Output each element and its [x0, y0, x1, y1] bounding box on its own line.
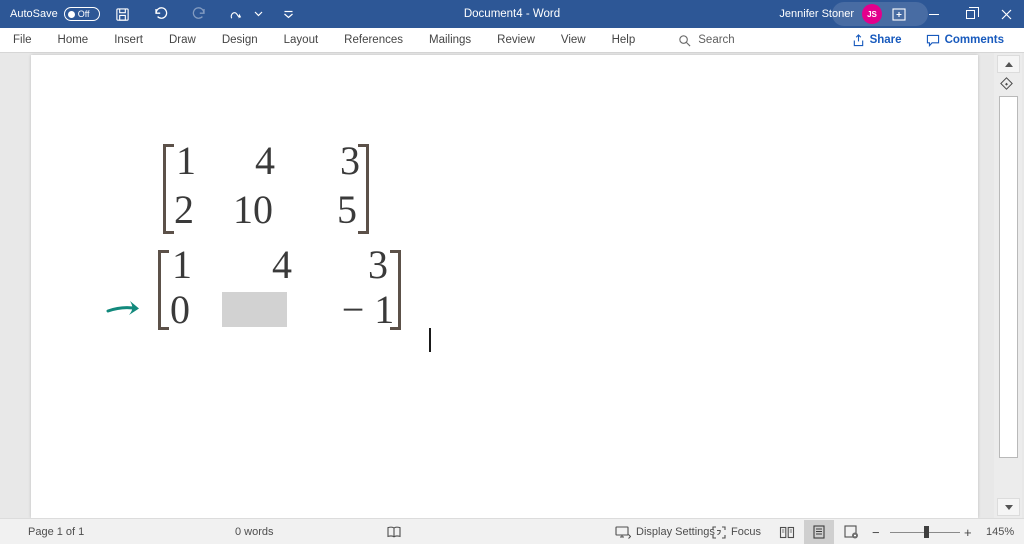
search-placeholder: Search	[698, 34, 735, 46]
autosave-toggle[interactable]: Off	[63, 7, 100, 21]
autosave-toggle-knob	[67, 10, 75, 18]
web-layout-button[interactable]	[836, 520, 866, 544]
matrix2-cell: 0	[170, 287, 190, 332]
search-input[interactable]: Search	[678, 34, 735, 47]
tab-review[interactable]: Review	[484, 28, 548, 53]
title-bar-right: Jennifer Stoner JS	[779, 0, 1024, 28]
read-mode-icon	[779, 526, 795, 539]
search-icon	[678, 34, 691, 47]
tab-layout[interactable]: Layout	[271, 28, 332, 53]
vertical-scrollbar[interactable]	[994, 53, 1022, 518]
share-label: Share	[869, 34, 902, 46]
print-layout-icon	[813, 525, 825, 539]
tab-help[interactable]: Help	[599, 28, 649, 53]
ink-mode-dropdown[interactable]	[252, 2, 266, 26]
matrix1-cell: 1	[176, 138, 196, 183]
share-icon	[852, 33, 865, 47]
autosave-label: AutoSave	[10, 8, 58, 20]
account-name[interactable]: Jennifer Stoner	[779, 8, 854, 20]
blank-answer-box[interactable]	[222, 292, 287, 327]
scroll-down-icon	[1004, 504, 1013, 510]
comments-label: Comments	[944, 34, 1004, 46]
matrix2-cell: 1	[172, 242, 192, 287]
page-number-status[interactable]: Page 1 of 1	[28, 519, 84, 544]
print-layout-button[interactable]	[804, 520, 834, 544]
web-layout-icon	[843, 525, 859, 539]
tab-home[interactable]: Home	[45, 28, 102, 53]
word-count-status[interactable]: 0 words	[235, 519, 274, 544]
zoom-level[interactable]: 145%	[986, 519, 1014, 544]
quick-access-toolbar: AutoSave Off	[10, 2, 304, 26]
ribbon-tab-bar: File Home Insert Draw Design Layout Refe…	[0, 28, 1024, 53]
customize-qat-icon	[283, 10, 294, 19]
restore-icon	[965, 6, 979, 19]
tab-insert[interactable]: Insert	[101, 28, 156, 53]
share-button[interactable]: Share	[840, 28, 914, 53]
split-handle-icon	[1000, 77, 1013, 90]
undo-icon	[153, 6, 169, 22]
ribbon-display-options-icon	[892, 7, 906, 21]
ink-arrow[interactable]	[106, 294, 146, 322]
comments-button[interactable]: Comments	[914, 28, 1016, 53]
matrix2-cell: − 1	[341, 287, 395, 332]
focus-label: Focus	[731, 526, 761, 538]
matrix1-cell: 5	[337, 187, 357, 232]
matrix1-cell: 3	[340, 138, 360, 183]
ribbon-right-actions: Share Comments	[840, 28, 1016, 53]
display-settings-label: Display Settings	[636, 526, 715, 538]
scrollbar-thumb[interactable]	[999, 96, 1018, 458]
save-icon	[115, 7, 130, 22]
scroll-down-button[interactable]	[997, 498, 1020, 516]
save-button[interactable]	[108, 2, 138, 26]
proofing-book-icon	[386, 525, 402, 539]
matrix1-cell: 10	[233, 187, 273, 232]
document-area: 1 4 3 2 10 5 1 4 3 0 − 1	[0, 53, 1024, 518]
customize-qat-button[interactable]	[274, 2, 304, 26]
undo-button[interactable]	[146, 2, 176, 26]
matrix1-cell: 4	[255, 138, 275, 183]
restore-button[interactable]	[952, 0, 988, 28]
display-settings-button[interactable]: Display Settings	[615, 519, 715, 544]
matrix2-cell: 4	[272, 242, 292, 287]
ink-pen-icon	[229, 7, 244, 22]
minimize-icon	[929, 13, 939, 15]
read-mode-button[interactable]	[772, 520, 802, 544]
close-button[interactable]	[988, 0, 1024, 28]
tab-mailings[interactable]: Mailings	[416, 28, 484, 53]
matrix1-cell: 2	[174, 187, 194, 232]
ink-mode-button[interactable]	[222, 2, 252, 26]
document-page[interactable]: 1 4 3 2 10 5 1 4 3 0 − 1	[31, 55, 978, 518]
ribbon-display-options-button[interactable]	[882, 0, 916, 28]
focus-mode-button[interactable]: Focus	[712, 519, 761, 544]
text-cursor	[429, 328, 431, 352]
focus-icon	[712, 525, 726, 539]
display-settings-icon	[615, 525, 631, 539]
title-bar: AutoSave Off Document4 - Word Jennifer S…	[0, 0, 1024, 28]
tab-draw[interactable]: Draw	[156, 28, 209, 53]
autosave-state: Off	[77, 9, 90, 19]
comments-icon	[926, 34, 940, 47]
matrix2-cell: 3	[368, 242, 388, 287]
scroll-up-button[interactable]	[997, 55, 1020, 73]
redo-icon	[191, 6, 207, 22]
tab-references[interactable]: References	[331, 28, 416, 53]
zoom-in-button[interactable]: +	[964, 519, 972, 544]
scroll-up-icon	[1004, 61, 1013, 67]
avatar[interactable]: JS	[862, 4, 882, 24]
proofing-status-button[interactable]	[386, 519, 402, 544]
tab-design[interactable]: Design	[209, 28, 271, 53]
redo-button[interactable]	[184, 2, 214, 26]
tab-view[interactable]: View	[548, 28, 599, 53]
zoom-out-button[interactable]: −	[872, 519, 880, 544]
tab-file[interactable]: File	[0, 28, 45, 53]
close-icon	[1001, 9, 1012, 20]
chevron-down-icon	[254, 11, 263, 17]
status-bar: Page 1 of 1 0 words Display Settings Foc…	[0, 518, 1024, 544]
zoom-slider-thumb[interactable]	[924, 526, 929, 538]
